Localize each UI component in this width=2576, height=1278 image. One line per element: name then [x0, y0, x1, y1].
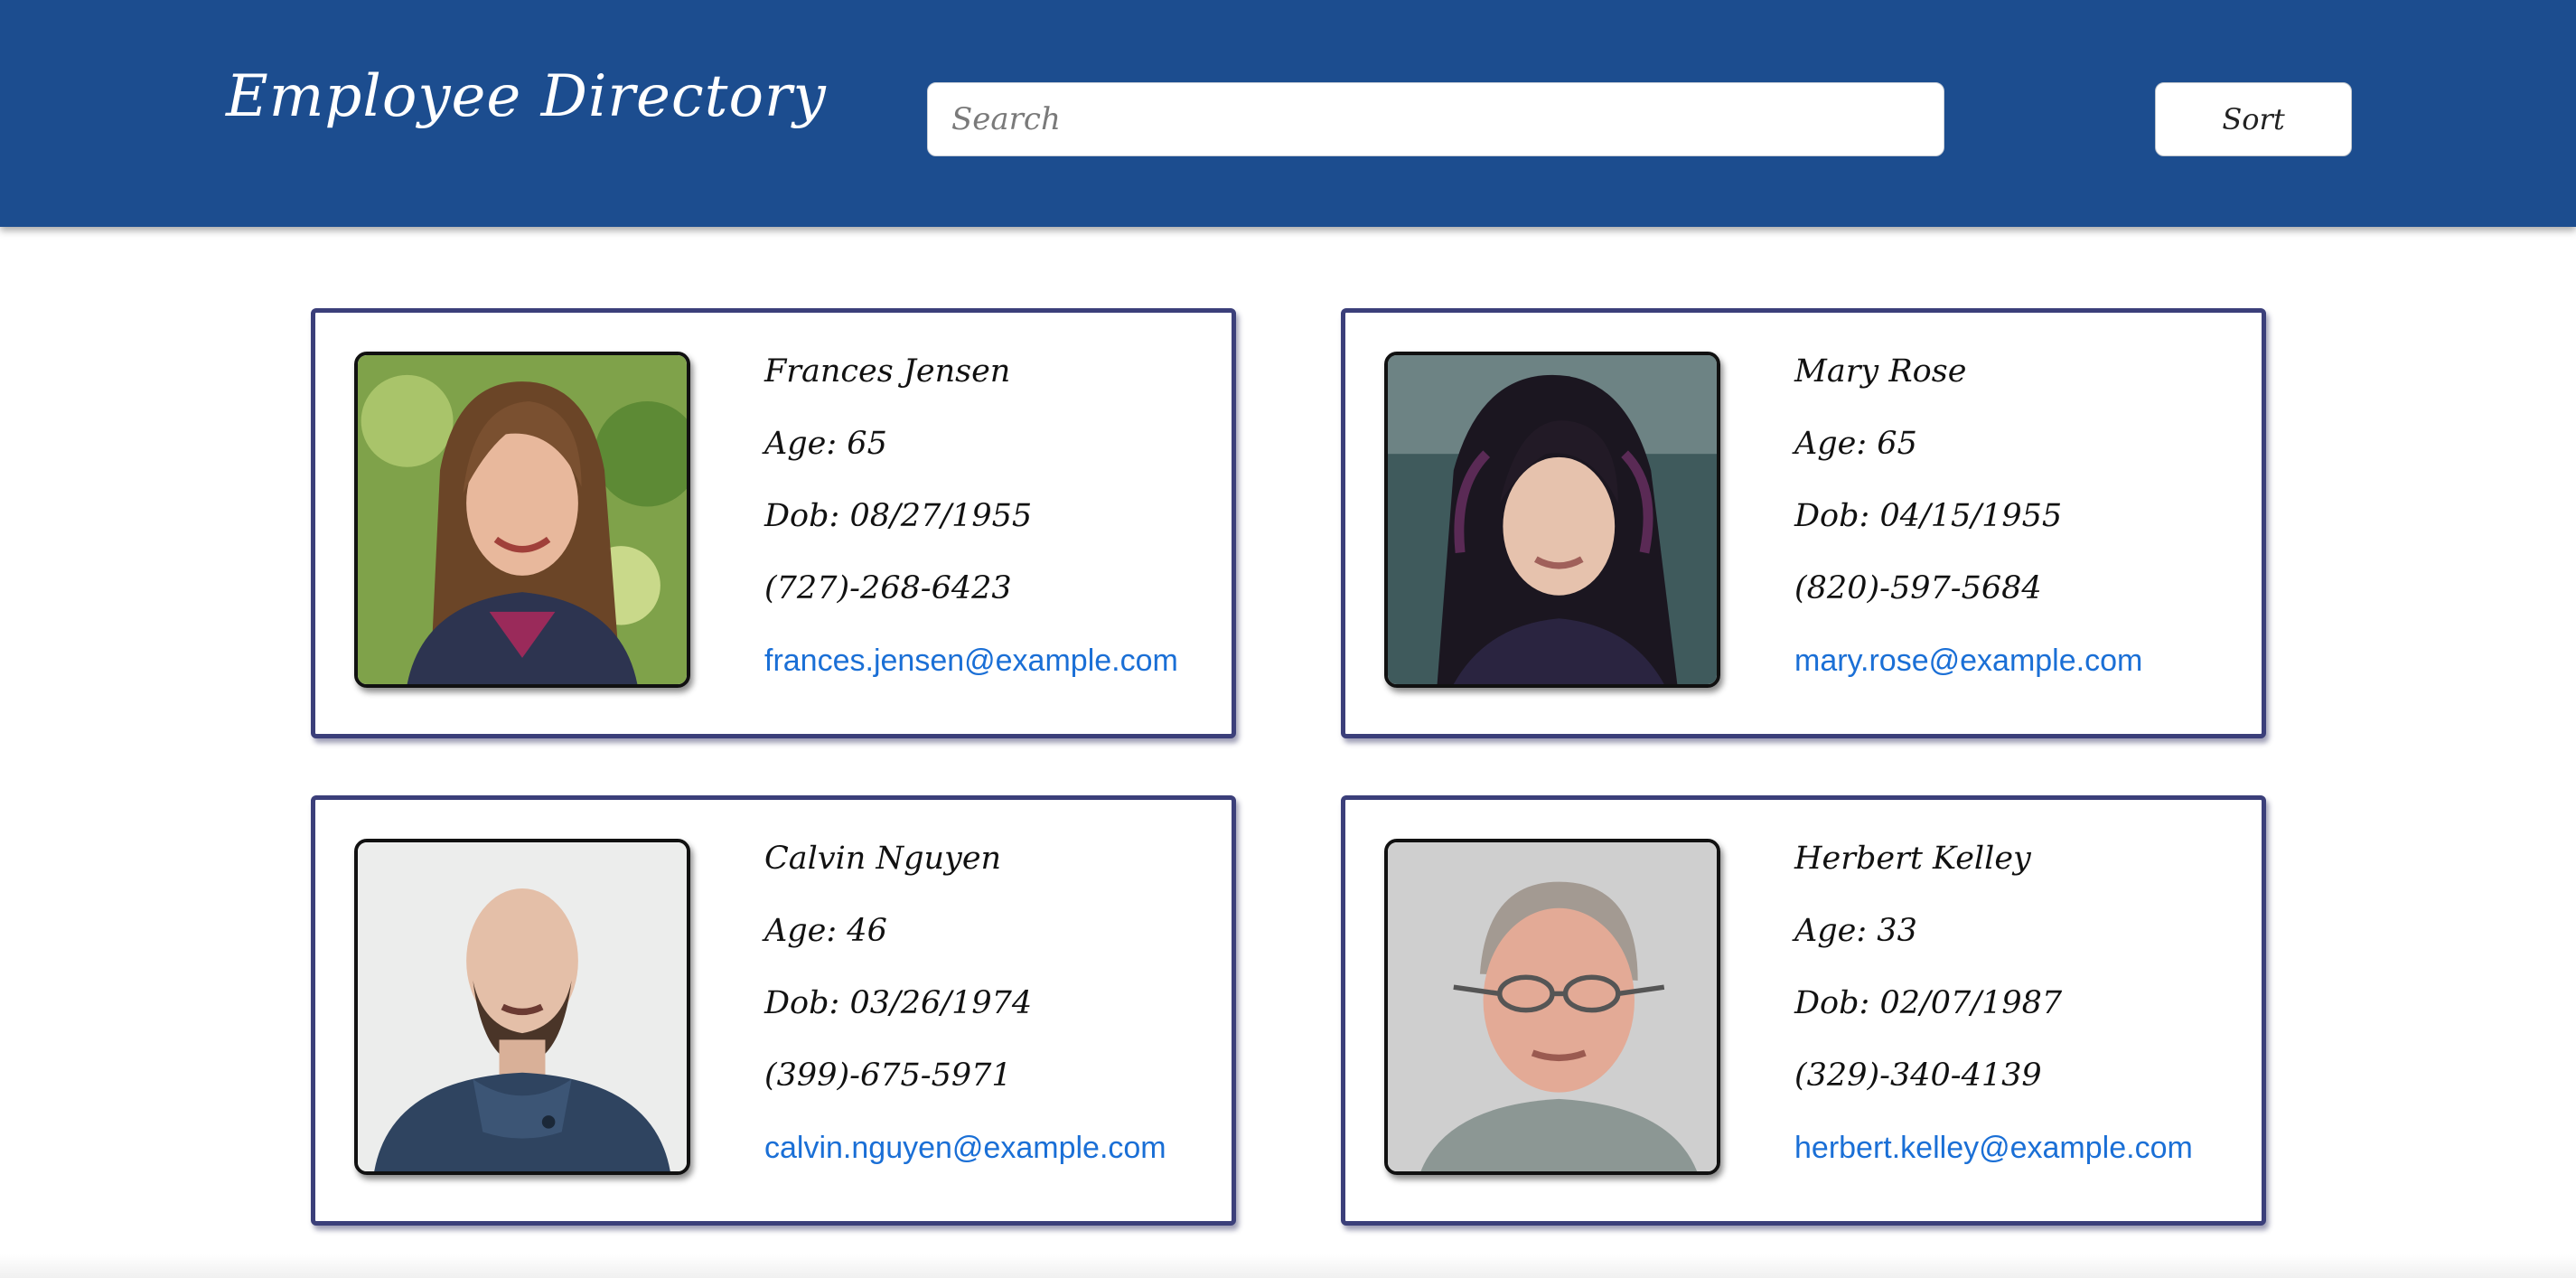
employee-name: Herbert Kelley	[1794, 841, 2031, 877]
employee-info: Herbert Kelley Age: 33 Dob: 02/07/1987 (…	[1794, 836, 2193, 1170]
employee-age: Age: 33	[1794, 913, 1917, 949]
employee-card: Mary Rose Age: 65 Dob: 04/15/1955 (820)-…	[1341, 308, 2266, 738]
portrait-man-bald-beard-icon	[358, 842, 687, 1171]
portrait-woman-brown-hair-icon	[358, 355, 687, 684]
employee-info: Mary Rose Age: 65 Dob: 04/15/1955 (820)-…	[1794, 349, 2142, 683]
employee-age: Age: 65	[764, 426, 887, 462]
header-bar: Employee Directory Sort	[0, 0, 2576, 227]
employee-photo	[354, 839, 690, 1175]
app-title: Employee Directory	[226, 63, 827, 130]
employee-age: Age: 65	[1794, 426, 1917, 462]
employee-name: Calvin Nguyen	[764, 841, 1002, 877]
employee-dob: Dob: 04/15/1955	[1794, 498, 2063, 534]
employee-card: Herbert Kelley Age: 33 Dob: 02/07/1987 (…	[1341, 795, 2266, 1226]
page-bottom-edge	[0, 1255, 2576, 1278]
employee-card: Calvin Nguyen Age: 46 Dob: 03/26/1974 (3…	[311, 795, 1236, 1226]
employee-name: Frances Jensen	[764, 353, 1011, 390]
employee-photo	[1384, 352, 1720, 688]
employee-phone: (727)-268-6423	[764, 570, 1012, 606]
search-input[interactable]	[927, 82, 1944, 156]
employee-age: Age: 46	[764, 913, 887, 949]
employee-dob: Dob: 08/27/1955	[764, 498, 1033, 534]
employee-photo	[1384, 839, 1720, 1175]
employee-email-link[interactable]: herbert.kelley@example.com	[1794, 1125, 2193, 1170]
sort-button[interactable]: Sort	[2155, 82, 2352, 156]
employee-name: Mary Rose	[1794, 353, 1967, 390]
employee-dob: Dob: 03/26/1974	[764, 985, 1033, 1021]
employee-email-link[interactable]: calvin.nguyen@example.com	[764, 1125, 1166, 1170]
employee-email-link[interactable]: mary.rose@example.com	[1794, 638, 2142, 683]
employee-card: Frances Jensen Age: 65 Dob: 08/27/1955 (…	[311, 308, 1236, 738]
employee-phone: (820)-597-5684	[1794, 570, 2042, 606]
portrait-woman-dark-hair-icon	[1388, 355, 1717, 684]
employee-photo	[354, 352, 690, 688]
employee-phone: (329)-340-4139	[1794, 1057, 2042, 1094]
employee-dob: Dob: 02/07/1987	[1794, 985, 2063, 1021]
employee-info: Calvin Nguyen Age: 46 Dob: 03/26/1974 (3…	[764, 836, 1166, 1170]
employee-info: Frances Jensen Age: 65 Dob: 08/27/1955 (…	[764, 349, 1178, 683]
portrait-man-glasses-icon	[1388, 842, 1717, 1171]
employee-phone: (399)-675-5971	[764, 1057, 1012, 1094]
employee-email-link[interactable]: frances.jensen@example.com	[764, 638, 1178, 683]
